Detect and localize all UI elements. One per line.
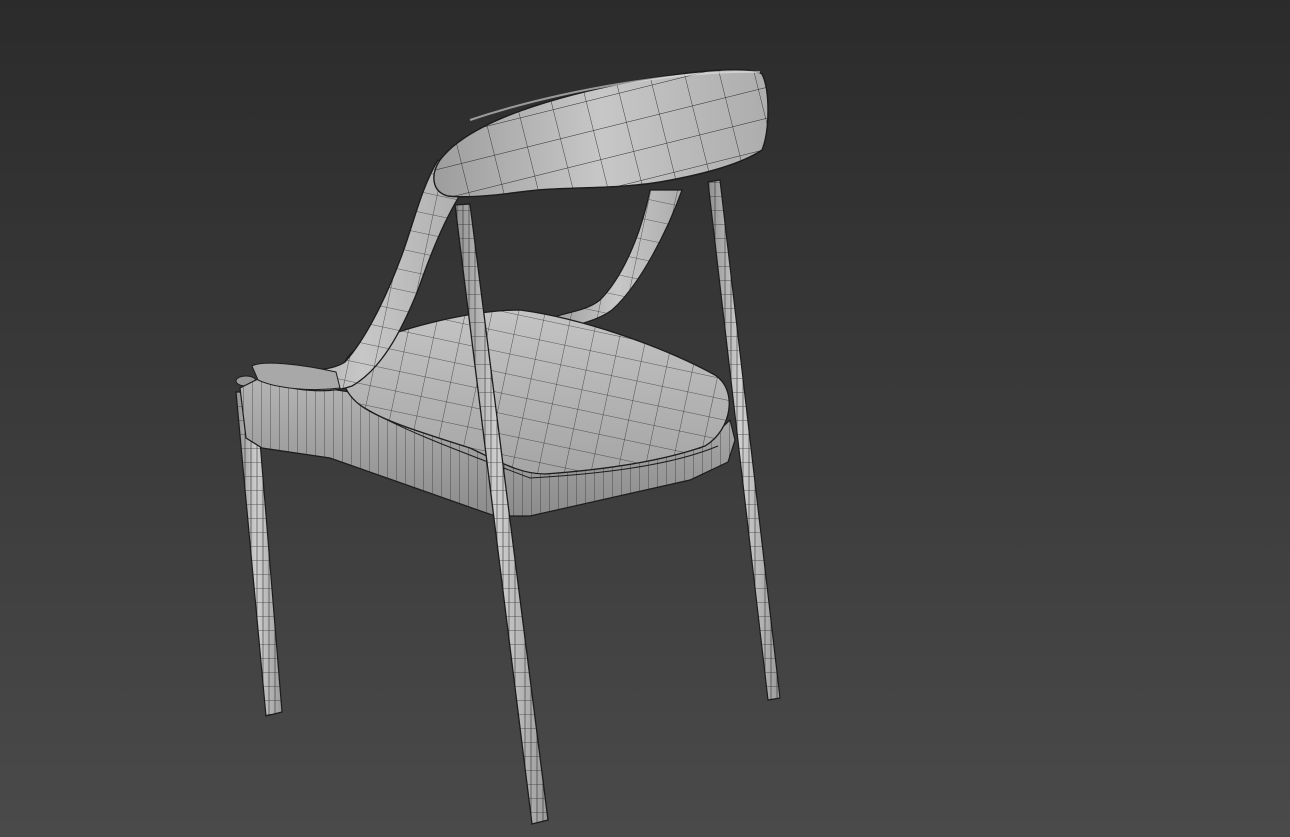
chair-arm-right[interactable] (551, 189, 683, 331)
chair-backrest[interactable] (433, 69, 769, 198)
3d-viewport[interactable] (0, 0, 1290, 837)
chair-model[interactable] (0, 0, 1290, 837)
